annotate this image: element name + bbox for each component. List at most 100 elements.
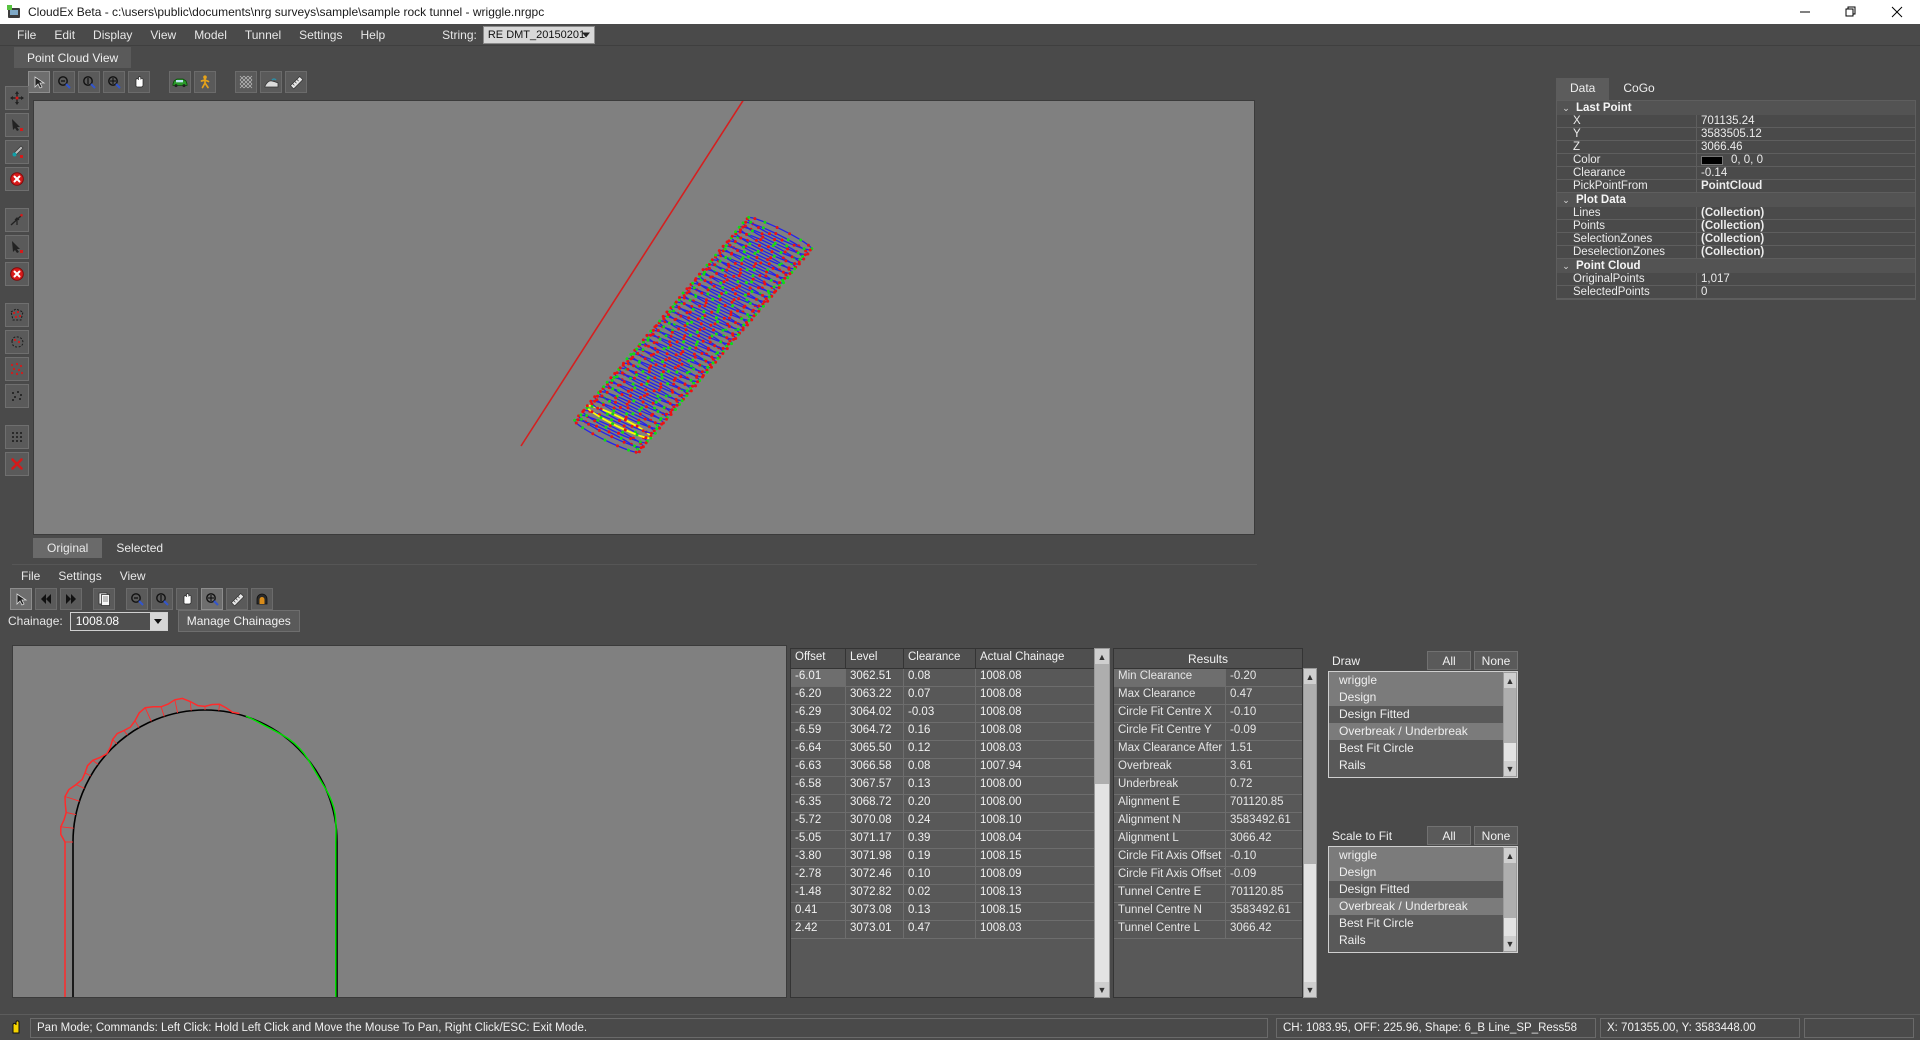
section-zoom-out-tool[interactable] <box>126 588 148 610</box>
zoom-all-tool[interactable] <box>103 71 125 93</box>
table-row[interactable]: -6.29 3064.02 -0.03 1008.08 <box>791 705 1109 723</box>
property-row[interactable]: OriginalPoints 1,017 <box>1557 273 1915 286</box>
property-row[interactable]: PickPointFrom PointCloud <box>1557 180 1915 193</box>
property-row[interactable]: Y 3583505.12 <box>1557 128 1915 141</box>
property-row[interactable]: Color 0, 0, 0 <box>1557 154 1915 167</box>
draw-list-item[interactable]: Rails <box>1329 757 1517 774</box>
results-row[interactable]: Circle Fit Axis Offset X -0.10 <box>1114 849 1302 867</box>
table-row[interactable]: 2.42 3073.01 0.47 1008.03 <box>791 921 1109 939</box>
property-group-header[interactable]: ⌄ Last Point <box>1557 101 1915 115</box>
measure-ruler-tool[interactable] <box>285 71 307 93</box>
results-row[interactable]: Circle Fit Centre Y -0.09 <box>1114 723 1302 741</box>
surface-tool[interactable] <box>260 71 282 93</box>
scale-list-item[interactable]: wriggle <box>1329 847 1517 864</box>
scroll-up-icon[interactable]: ▲ <box>1504 673 1516 688</box>
scroll-track[interactable] <box>1095 664 1109 982</box>
property-group-header[interactable]: ⌄ Point Cloud <box>1557 259 1915 273</box>
results-row[interactable]: Min Clearance -0.20 <box>1114 669 1302 687</box>
chainage-input[interactable]: 1008.08 <box>69 611 168 631</box>
section-menu-file[interactable]: File <box>12 566 49 586</box>
menu-display[interactable]: Display <box>84 25 141 45</box>
section-select-arrow-tool[interactable] <box>10 588 32 610</box>
table-row[interactable]: -6.20 3063.22 0.07 1008.08 <box>791 687 1109 705</box>
property-row[interactable]: Clearance -0.14 <box>1557 167 1915 180</box>
property-row[interactable]: SelectedPoints 0 <box>1557 286 1915 299</box>
menu-help[interactable]: Help <box>351 25 394 45</box>
manage-chainages-button[interactable]: Manage Chainages <box>177 610 300 632</box>
results-row[interactable]: Max Clearance After Shift 1.51 <box>1114 741 1302 759</box>
deselect-points-tool[interactable] <box>5 384 29 408</box>
cross-section-view[interactable] <box>12 645 787 998</box>
tab-original[interactable]: Original <box>33 538 103 558</box>
table-scrollbar[interactable]: ▲ ▼ <box>1094 648 1110 998</box>
draw-list[interactable]: wriggle Design Design Fitted Overbreak / Un… <box>1328 671 1518 778</box>
scroll-down-icon[interactable]: ▼ <box>1304 982 1316 997</box>
drive-through-tool[interactable] <box>169 71 191 93</box>
property-group-header[interactable]: ⌄ Plot Data <box>1557 193 1915 207</box>
section-pan-hand-tool[interactable] <box>176 588 198 610</box>
draw-all-button[interactable]: All <box>1427 651 1471 670</box>
scale-none-button[interactable]: None <box>1474 826 1518 845</box>
property-row[interactable]: SelectionZones (Collection) <box>1557 233 1915 246</box>
pan-hand-tool[interactable] <box>128 71 150 93</box>
zoom-extent-tool[interactable] <box>78 71 100 93</box>
scroll-track[interactable] <box>1304 684 1316 982</box>
draw-list-item[interactable]: Rails Fitted <box>1329 774 1517 777</box>
next-chainage-button[interactable] <box>60 588 82 610</box>
menu-file[interactable]: File <box>8 25 45 45</box>
eyedropper-tool[interactable] <box>5 140 29 164</box>
point-grid-tool[interactable] <box>5 425 29 449</box>
results-row[interactable]: Tunnel Centre N 3583492.61 <box>1114 903 1302 921</box>
property-row[interactable]: Z 3066.46 <box>1557 141 1915 154</box>
tab-cogo[interactable]: CoGo <box>1609 78 1668 100</box>
results-row[interactable]: Alignment E 701120.85 <box>1114 795 1302 813</box>
draw-list-item[interactable]: wriggle <box>1329 672 1517 689</box>
lasso-select-tool[interactable] <box>5 330 29 354</box>
scroll-track[interactable] <box>1504 863 1516 936</box>
scroll-track[interactable] <box>1504 688 1516 761</box>
results-row[interactable]: Circle Fit Centre X -0.10 <box>1114 705 1302 723</box>
menu-model[interactable]: Model <box>185 25 236 45</box>
section-points-table[interactable]: Offset Level Clearance Actual Chainage -… <box>790 648 1110 998</box>
scroll-up-icon[interactable]: ▲ <box>1504 848 1516 863</box>
report-document-button[interactable] <box>93 588 115 610</box>
results-row[interactable]: Underbreak 0.72 <box>1114 777 1302 795</box>
results-scrollbar[interactable]: ▲ ▼ <box>1303 668 1317 998</box>
menu-settings[interactable]: Settings <box>290 25 351 45</box>
draw-none-button[interactable]: None <box>1474 651 1518 670</box>
maximize-restore-button[interactable] <box>1828 0 1874 24</box>
table-row[interactable]: -3.80 3071.98 0.19 1008.15 <box>791 849 1109 867</box>
table-row[interactable]: -6.63 3066.58 0.08 1007.94 <box>791 759 1109 777</box>
property-row[interactable]: Lines (Collection) <box>1557 207 1915 220</box>
results-row[interactable]: Overbreak 3.61 <box>1114 759 1302 777</box>
section-menu-settings[interactable]: Settings <box>49 566 110 586</box>
section-measure-ruler-tool[interactable] <box>226 588 248 610</box>
scroll-thumb[interactable] <box>1504 863 1516 918</box>
string-select[interactable]: RE DMT_20150201 <box>482 25 595 44</box>
menu-view[interactable]: View <box>141 25 185 45</box>
scale-list-item[interactable]: Rails Fitted <box>1329 949 1517 952</box>
scale-list-item[interactable]: Rails <box>1329 932 1517 949</box>
scroll-up-icon[interactable]: ▲ <box>1304 669 1316 684</box>
chevron-down-icon[interactable]: ⌄ <box>1560 261 1572 272</box>
property-row[interactable]: X 701135.24 <box>1557 115 1915 128</box>
point-cloud-3d-view[interactable] <box>33 100 1255 535</box>
section-zoom-extent-tool[interactable] <box>151 588 173 610</box>
scroll-down-icon[interactable]: ▼ <box>1504 936 1516 951</box>
table-row[interactable]: -6.35 3068.72 0.20 1008.00 <box>791 795 1109 813</box>
tab-point-cloud-view[interactable]: Point Cloud View <box>14 47 132 68</box>
table-row[interactable]: -1.48 3072.82 0.02 1008.13 <box>791 885 1109 903</box>
tab-data[interactable]: Data <box>1556 78 1610 100</box>
table-row[interactable]: -2.78 3072.46 0.10 1008.09 <box>791 867 1109 885</box>
table-row[interactable]: 0.41 3073.08 0.13 1008.15 <box>791 903 1109 921</box>
draw-list-item[interactable]: Best Fit Circle <box>1329 740 1517 757</box>
line-pick-tool[interactable] <box>5 208 29 232</box>
scale-list-item[interactable]: Design Fitted <box>1329 881 1517 898</box>
table-row[interactable]: -6.58 3067.57 0.13 1008.00 <box>791 777 1109 795</box>
scale-all-button[interactable]: All <box>1427 826 1471 845</box>
scroll-thumb[interactable] <box>1504 688 1516 743</box>
section-menu-view[interactable]: View <box>111 566 155 586</box>
table-row[interactable]: -6.01 3062.51 0.08 1008.08 <box>791 669 1109 687</box>
grid-mesh-tool[interactable] <box>235 71 257 93</box>
property-row[interactable]: Points (Collection) <box>1557 220 1915 233</box>
